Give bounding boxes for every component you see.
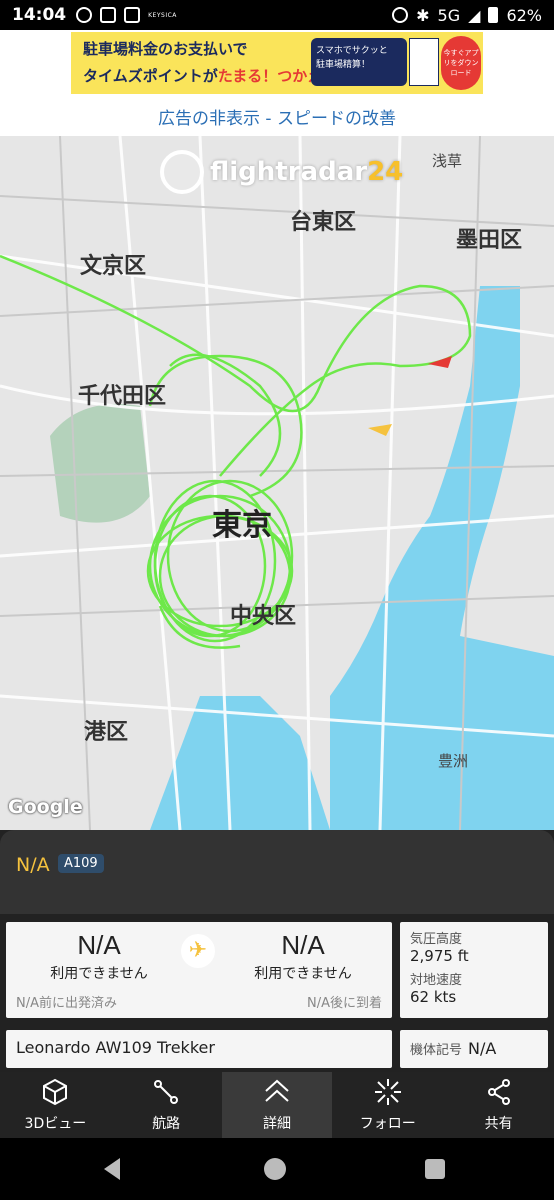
- ad-download-badge: 今すぐアプリをダウンロード: [441, 36, 481, 90]
- bottom-nav: 3Dビュー 航路 詳細 フォロー 共有: [0, 1072, 554, 1138]
- label-sumida: 墨田区: [456, 228, 523, 253]
- battery-percent: 62%: [506, 5, 542, 25]
- aircraft-model: Leonardo AW109 Trekker: [6, 1030, 392, 1068]
- route-icon: [154, 1080, 179, 1104]
- label-asakusa: 浅草: [432, 152, 463, 170]
- label-minato: 港区: [84, 720, 129, 745]
- app-icon: [100, 7, 117, 23]
- signal-icon: ◢: [468, 5, 481, 25]
- cube-icon: [43, 1078, 68, 1106]
- ad-text-line2a: タイムズポイントが: [83, 67, 218, 85]
- arrival-time: N/A後に到着: [307, 996, 382, 1011]
- follow-icon: [374, 1079, 401, 1105]
- airplane-icon: ✈: [181, 934, 215, 968]
- registration-value: N/A: [468, 1039, 497, 1058]
- imperial-palace: [50, 404, 150, 523]
- label-tokyo: 東京: [212, 508, 272, 543]
- label-chuo: 中央区: [230, 604, 297, 629]
- baro-alt-value: 2,975 ft: [410, 947, 469, 965]
- ad-promo-box: スマホでサクッと 駐車場精算！: [311, 38, 407, 86]
- network-type: 5G: [437, 5, 461, 25]
- flight-info-panel: N/A A109 N/A 利用できません ✈ N/A 利用できません N/A前に…: [0, 830, 554, 1072]
- ground-speed-label: 対地速度: [410, 973, 463, 988]
- ad-box-line2: 駐車場精算！: [316, 60, 371, 70]
- status-small-text: KEYSICA: [148, 11, 177, 19]
- qr-code-icon: [409, 38, 439, 86]
- fr24-wordmark: flightradar24: [210, 157, 403, 187]
- registration-label: 機体記号: [410, 1043, 463, 1058]
- remove-ads-row: 広告の非表示 - スピードの改善: [0, 96, 554, 136]
- tab-follow[interactable]: フォロー: [332, 1072, 443, 1138]
- tab-details[interactable]: 詳細: [221, 1072, 333, 1138]
- radar-icon: [160, 150, 204, 194]
- label-bunkyo: 文京区: [80, 254, 147, 279]
- google-logo: Google: [8, 796, 83, 818]
- dest-city: 利用できません: [254, 966, 352, 982]
- ad-banner-area: 駐車場料金のお支払いで タイムズポイントがたまる！つかえる！ スマホでサクッと …: [0, 30, 554, 122]
- tab-share[interactable]: 共有: [443, 1072, 554, 1138]
- label-chiyoda: 千代田区: [78, 384, 167, 409]
- route-card: N/A 利用できません ✈ N/A 利用できません N/A前に出発済み N/A後…: [6, 922, 392, 1018]
- status-bar: 14:04 KEYSICA ✱ 5G ◢ 62%: [0, 0, 554, 30]
- fr24-wordmark-main: flightradar: [210, 157, 368, 187]
- remove-ads-link[interactable]: 広告の非表示 - スピードの改善: [158, 104, 396, 129]
- share-icon: [487, 1079, 510, 1105]
- map-view[interactable]: flightradar24 浅草 台東区 墨田区 文京区 千代田区 東京 中央区…: [0, 136, 554, 830]
- fr24-logo: flightradar24: [160, 150, 403, 194]
- news-icon: [124, 7, 141, 23]
- label-toyosu: 豊洲: [438, 752, 469, 770]
- system-nav-bar: [0, 1138, 554, 1200]
- home-icon[interactable]: [264, 1158, 286, 1180]
- tab-route-label: 航路: [152, 1116, 181, 1132]
- clock: 14:04: [12, 5, 67, 25]
- baro-alt-label: 気圧高度: [410, 932, 463, 947]
- registration-card: 機体記号 N/A: [400, 1030, 548, 1068]
- back-icon[interactable]: [104, 1158, 120, 1180]
- tab-follow-label: フォロー: [359, 1116, 416, 1132]
- tab-route[interactable]: 航路: [111, 1072, 222, 1138]
- panel-header[interactable]: N/A A109: [0, 830, 554, 914]
- tab-3d-view-label: 3Dビュー: [24, 1116, 87, 1132]
- dest-code: N/A: [281, 930, 325, 960]
- battery-icon: [488, 7, 499, 23]
- tab-details-label: 詳細: [262, 1116, 291, 1132]
- origin-city: 利用できません: [50, 966, 148, 982]
- ground-speed-value: 62 kts: [410, 988, 457, 1006]
- aircraft-type-badge: A109: [58, 854, 104, 873]
- origin: N/A 利用できません: [24, 930, 174, 983]
- ad-box-line1: スマホでサクッと: [316, 46, 388, 56]
- fr24-wordmark-num: 24: [367, 157, 404, 187]
- bluetooth-icon: ✱: [416, 5, 430, 25]
- alarm-icon: [392, 7, 409, 23]
- callsign: N/A: [16, 854, 50, 876]
- stats-card: 気圧高度 2,975 ft 対地速度 62 kts: [400, 922, 548, 1018]
- aircraft-marker-yellow[interactable]: [368, 424, 392, 436]
- sumida-river: [330, 286, 554, 830]
- destination: N/A 利用できません: [228, 930, 378, 983]
- label-taito: 台東区: [290, 210, 357, 235]
- ad-banner[interactable]: 駐車場料金のお支払いで タイムズポイントがたまる！つかえる！ スマホでサクッと …: [71, 32, 483, 94]
- tab-3d-view[interactable]: 3Dビュー: [0, 1072, 111, 1138]
- tab-share-label: 共有: [484, 1116, 513, 1132]
- aircraft-marker-red[interactable]: [428, 356, 452, 368]
- origin-code: N/A: [77, 930, 121, 960]
- recents-icon[interactable]: [425, 1159, 445, 1179]
- ad-text-line1: 駐車場料金のお支払いで: [83, 40, 248, 58]
- line-icon: [76, 7, 93, 23]
- departed-time: N/A前に出発済み: [16, 996, 117, 1011]
- chevron-up-icon: [265, 1079, 289, 1102]
